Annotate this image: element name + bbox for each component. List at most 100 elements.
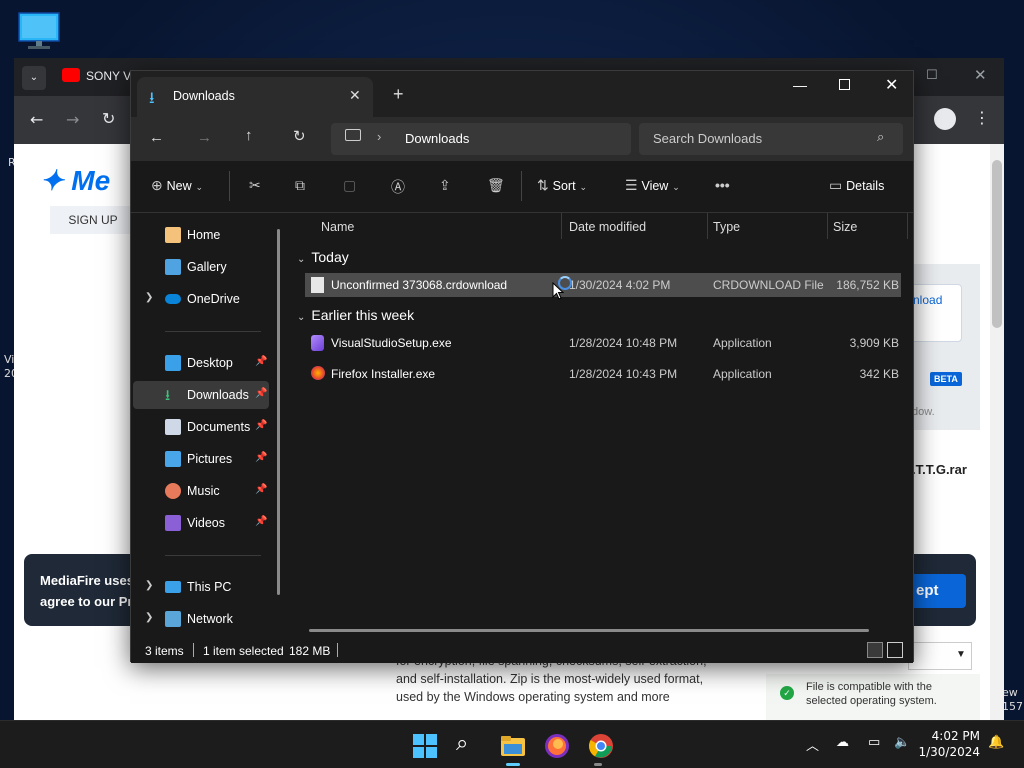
collapse-chevron-icon[interactable]: ⌄ (297, 254, 305, 265)
volume-icon[interactable]: 🔈 (894, 735, 910, 750)
expand-chevron-icon[interactable]: ❯ (145, 580, 153, 591)
horizontal-scrollbar[interactable] (309, 629, 869, 632)
chevron-right-icon[interactable]: › (377, 129, 381, 144)
this-pc-desktop-icon[interactable] (18, 12, 60, 50)
path-breadcrumb[interactable]: › Downloads (331, 123, 631, 155)
nav-item-gallery[interactable]: Gallery (133, 253, 269, 281)
group-header-earlier-this-week[interactable]: ⌄ Earlier this week (297, 307, 414, 323)
nav-label: Gallery (187, 260, 227, 274)
title-bar: ⭳ Downloads ✕ + — ✕ (131, 71, 913, 117)
column-header-name[interactable]: Name (321, 220, 354, 234)
details-button[interactable]: ▭ Details (829, 177, 884, 194)
view-button[interactable]: ☰ View ⌄ (625, 177, 680, 194)
file-row[interactable]: VisualStudioSetup.exe 1/28/2024 10:48 PM… (305, 331, 901, 355)
delete-icon[interactable]: 🗑 (487, 177, 505, 194)
this-pc-icon[interactable] (345, 129, 361, 141)
more-menu-icon[interactable]: ⋮ (974, 108, 990, 127)
nav-item-pictures[interactable]: Pictures 📌 (133, 445, 269, 473)
divider (521, 171, 522, 201)
cut-icon[interactable]: ✂ (249, 177, 261, 194)
column-divider[interactable] (707, 213, 708, 239)
search-icon: ⌕ (877, 129, 885, 144)
close-icon[interactable]: ✕ (885, 75, 898, 95)
paste-icon[interactable]: ▢ (343, 177, 356, 194)
close-icon[interactable]: ✕ (974, 66, 987, 84)
search-input[interactable]: Search Downloads ⌕ (639, 123, 903, 155)
nav-item-home[interactable]: Home (133, 221, 269, 249)
column-divider[interactable] (561, 213, 562, 239)
profile-avatar[interactable] (934, 108, 956, 130)
back-icon[interactable]: ← (30, 110, 43, 129)
file-row[interactable]: Unconfirmed 373068.crdownload 1/30/2024 … (305, 273, 901, 297)
refresh-icon[interactable]: ↻ (293, 127, 306, 145)
firefox-icon[interactable] (544, 733, 570, 759)
chevron-up-icon[interactable]: ︿ (806, 735, 819, 754)
browser-tab-title[interactable]: SONY V (86, 69, 131, 83)
more-options-icon[interactable]: ••• (715, 177, 730, 193)
sort-button[interactable]: ⇅ Sort ⌄ (537, 177, 587, 194)
rename-icon[interactable]: Ⓐ (391, 177, 405, 197)
file-icon (311, 277, 324, 293)
sign-up-button[interactable]: SIGN UP (50, 206, 136, 234)
column-header-size[interactable]: Size (833, 220, 857, 234)
search-icon[interactable]: ⌕ (456, 733, 482, 759)
column-divider[interactable] (827, 213, 828, 239)
explorer-tab[interactable]: ⭳ Downloads ✕ (137, 77, 373, 117)
nav-label: Desktop (187, 356, 233, 370)
start-button[interactable] (412, 733, 438, 759)
maximize-icon[interactable] (839, 79, 850, 90)
nav-scrollbar[interactable] (277, 229, 280, 595)
desktop-icon (165, 355, 181, 371)
reload-icon[interactable]: ↻ (102, 109, 115, 128)
tiles-view-icon[interactable] (887, 642, 903, 658)
details-view-icon[interactable] (867, 642, 883, 658)
running-app-indicator (594, 763, 602, 766)
back-icon[interactable]: ← (149, 129, 164, 146)
taskbar: ⌕ ︿ ☁ ▭ 🔈 4:02 PM 1/30/2024 🔔 (0, 720, 1024, 768)
nav-label: Music (187, 484, 220, 498)
column-divider[interactable] (907, 213, 908, 239)
up-icon[interactable]: ↑ (245, 127, 253, 144)
file-explorer-taskbar-icon[interactable] (500, 733, 526, 759)
close-tab-icon[interactable]: ✕ (349, 87, 361, 104)
nav-item-onedrive[interactable]: ❯ OneDrive (133, 285, 269, 313)
download-link[interactable]: nload (910, 284, 962, 342)
onedrive-icon[interactable]: ☁ (836, 735, 849, 750)
expand-chevron-icon[interactable]: ❯ (145, 612, 153, 623)
nav-item-videos[interactable]: Videos 📌 (133, 509, 269, 537)
group-header-today[interactable]: ⌄ Today (297, 249, 349, 265)
pin-icon: 📌 (255, 452, 268, 463)
expand-chevron-icon[interactable]: ❯ (145, 292, 153, 303)
nav-item-downloads[interactable]: ⭳ Downloads 📌 (133, 381, 269, 409)
network-icon[interactable]: ▭ (868, 735, 880, 750)
network-icon (165, 611, 181, 627)
clock-time[interactable]: 4:02 PM (930, 729, 980, 743)
nav-item-documents[interactable]: Documents 📌 (133, 413, 269, 441)
mediafire-logo[interactable]: ✦ Me (40, 164, 110, 197)
accept-button[interactable]: ept (908, 574, 966, 608)
nav-item-network[interactable]: ❯ Network (133, 605, 269, 633)
breadcrumb-downloads[interactable]: Downloads (405, 131, 469, 146)
notification-bell-icon[interactable]: 🔔 (988, 735, 1004, 750)
scrollbar-thumb[interactable] (992, 160, 1002, 328)
forward-icon[interactable]: → (66, 110, 79, 129)
maximize-icon[interactable]: ☐ (926, 68, 938, 83)
chrome-icon[interactable] (588, 733, 614, 759)
copy-icon[interactable]: ⧉ (295, 177, 305, 194)
column-header-type[interactable]: Type (713, 220, 740, 234)
nav-item-music[interactable]: Music 📌 (133, 477, 269, 505)
nav-item-desktop[interactable]: Desktop 📌 (133, 349, 269, 377)
group-title: Today (311, 249, 349, 265)
mouse-cursor-icon (552, 281, 565, 300)
nav-item-this-pc[interactable]: ❯ This PC (133, 573, 269, 601)
clock-date[interactable]: 1/30/2024 (910, 745, 980, 759)
file-row[interactable]: Firefox Installer.exe 1/28/2024 10:43 PM… (305, 362, 901, 386)
collapse-chevron-icon[interactable]: ⌄ (297, 312, 305, 323)
column-header-date[interactable]: Date modified (569, 220, 646, 234)
new-button[interactable]: ⊕ New ⌄ (151, 177, 203, 194)
minimize-icon[interactable]: — (793, 77, 807, 93)
share-icon[interactable]: ⇪ (439, 177, 451, 194)
forward-icon[interactable]: → (197, 129, 212, 146)
new-tab-button[interactable]: + (393, 84, 404, 105)
tab-search-button[interactable]: ⌄ (22, 66, 46, 90)
